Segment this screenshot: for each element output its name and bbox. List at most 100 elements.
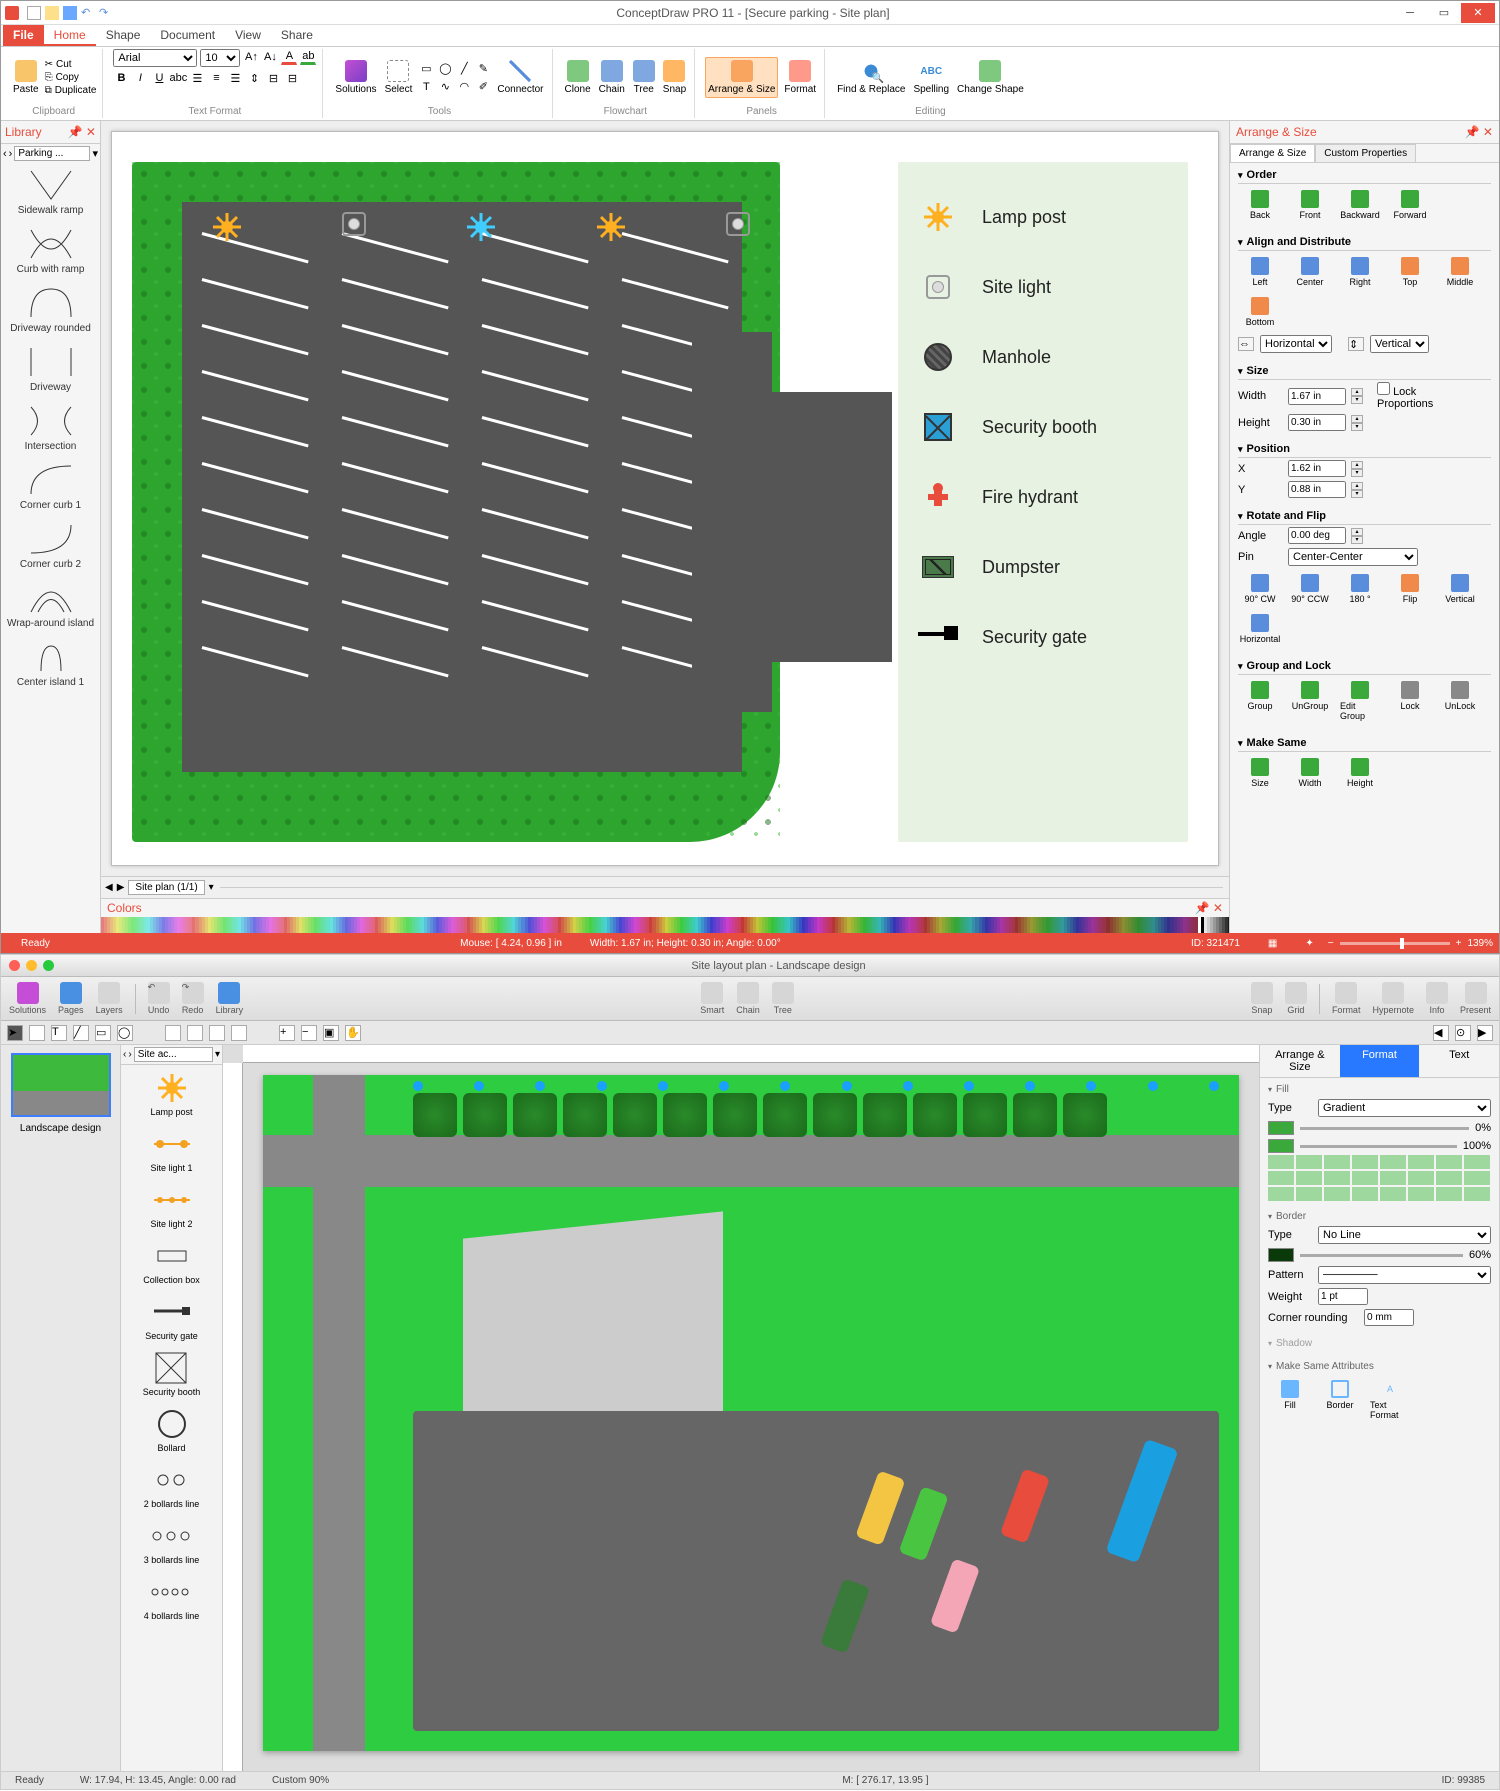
lock-button[interactable]: Lock — [1390, 681, 1430, 721]
angle-input[interactable] — [1288, 527, 1346, 544]
decrease-font-icon[interactable]: A↓ — [262, 49, 278, 65]
gradient-stop-1[interactable] — [1268, 1139, 1294, 1153]
shape-wrap-around-island[interactable]: Wrap-around island — [6, 580, 96, 629]
ungroup-tool-icon[interactable] — [209, 1025, 225, 1041]
color-palette[interactable] — [101, 917, 1229, 933]
duplicate-button[interactable]: ⧉Duplicate — [45, 85, 97, 96]
align-middle-button[interactable]: Middle — [1440, 257, 1480, 287]
shape-driveway[interactable]: Driveway — [6, 344, 96, 393]
fill-section[interactable]: Fill — [1268, 1082, 1491, 1097]
border-color[interactable] — [1268, 1248, 1294, 1262]
redo-button[interactable]: ↷Redo — [182, 982, 204, 1015]
msa-text-button[interactable]: AText Format — [1370, 1380, 1410, 1420]
align-top-button[interactable]: Top — [1390, 257, 1430, 287]
rect-tool-icon[interactable]: ▭ — [418, 61, 434, 77]
section-order[interactable]: Order — [1238, 167, 1491, 184]
order-backward-button[interactable]: Backward — [1340, 190, 1380, 220]
order-front-button[interactable]: Front — [1290, 190, 1330, 220]
present-button[interactable]: Present — [1460, 982, 1491, 1015]
colors-close-icon[interactable]: 📌 ✕ — [1195, 901, 1223, 915]
mstatus-zoom[interactable]: Custom 90% — [264, 1775, 337, 1786]
mac-shape-site-light-2[interactable]: Site light 2 — [150, 1183, 194, 1229]
pages-button[interactable]: Pages — [58, 982, 84, 1015]
tab-file[interactable]: File — [3, 25, 44, 46]
shape-driveway-rounded[interactable]: Driveway rounded — [6, 285, 96, 334]
rot-90cw-button[interactable]: 90° CW — [1240, 574, 1280, 604]
border-section[interactable]: Border — [1268, 1209, 1491, 1224]
arrange-size-button[interactable]: Arrange & Size — [705, 57, 778, 98]
snap-button[interactable]: Snap — [661, 58, 688, 97]
flip-v-button[interactable]: Vertical — [1440, 574, 1480, 604]
layers-button[interactable]: Layers — [96, 982, 123, 1015]
close-button[interactable]: ✕ — [1461, 3, 1495, 23]
align-center-button[interactable]: Center — [1290, 257, 1330, 287]
mac-minimize-button[interactable] — [26, 960, 37, 971]
format-panel-button[interactable]: Format — [782, 58, 818, 97]
flip-h-button[interactable]: Horizontal — [1240, 614, 1280, 644]
library-pin-icon[interactable]: 📌 ✕ — [68, 125, 96, 139]
library-button[interactable]: Library — [216, 982, 244, 1015]
mac-shape-bollard[interactable]: Bollard — [150, 1407, 194, 1453]
same-width-button[interactable]: Width — [1290, 758, 1330, 788]
hand-tool-icon[interactable]: ✋ — [345, 1025, 361, 1041]
ellipse-tool-icon[interactable]: ◯ — [117, 1025, 133, 1041]
mac-shape-site-light-1[interactable]: Site light 1 — [150, 1127, 194, 1173]
mac-zoom-button[interactable] — [43, 960, 54, 971]
group-tool-icon[interactable] — [187, 1025, 203, 1041]
pencil-tool-icon[interactable]: ✎ — [475, 61, 491, 77]
snap-button[interactable]: Snap — [1251, 982, 1273, 1015]
order-back-button[interactable]: Back — [1240, 190, 1280, 220]
copy-button[interactable]: ⎘Copy — [45, 72, 97, 83]
valign-bot-icon[interactable]: ⊟ — [284, 70, 300, 86]
width-down[interactable]: ▾ — [1351, 396, 1363, 404]
zoom-slider[interactable]: −+139% — [1328, 938, 1493, 949]
status-grid-icon[interactable]: ▦ — [1254, 938, 1291, 949]
page-add-icon[interactable]: ▾ — [209, 882, 214, 893]
qat-open-icon[interactable] — [45, 6, 59, 20]
minimize-button[interactable]: ─ — [1393, 3, 1427, 23]
color-swatches[interactable] — [1268, 1155, 1491, 1201]
qat-new-icon[interactable] — [27, 6, 41, 20]
highlight-icon[interactable]: ab — [300, 49, 316, 65]
info-button[interactable]: Info — [1426, 982, 1448, 1015]
page-prev-icon[interactable]: ◀ — [105, 882, 113, 893]
grid-button[interactable]: Grid — [1285, 982, 1307, 1015]
increase-font-icon[interactable]: A↑ — [243, 49, 259, 65]
lib-prev-icon[interactable]: ‹ — [3, 148, 7, 160]
shapes-menu-icon[interactable]: ▾ — [215, 1049, 220, 1060]
dist-v-icon[interactable]: ⇕ — [1348, 337, 1364, 351]
curve-tool-icon[interactable]: ∿ — [437, 79, 453, 95]
undo-button[interactable]: ↶Undo — [148, 982, 170, 1015]
mac-shape-collection-box[interactable]: Collection box — [143, 1239, 200, 1285]
library-category-select[interactable]: Parking ... — [14, 146, 90, 161]
order-forward-button[interactable]: Forward — [1390, 190, 1430, 220]
same-height-button[interactable]: Height — [1340, 758, 1380, 788]
italic-icon[interactable]: I — [132, 70, 148, 86]
solutions-button[interactable]: Solutions — [9, 982, 46, 1015]
shapes-next-icon[interactable]: › — [128, 1049, 131, 1060]
shape-corner-curb-1[interactable]: Corner curb 1 — [6, 462, 96, 511]
make-same-section[interactable]: Make Same Attributes — [1268, 1359, 1491, 1374]
brush-tool-icon[interactable]: ✐ — [475, 79, 491, 95]
align-right-icon[interactable]: ☰ — [227, 70, 243, 86]
pan-left-icon[interactable]: ◀ — [1433, 1025, 1449, 1041]
shape-corner-curb-2[interactable]: Corner curb 2 — [6, 521, 96, 570]
format-button[interactable]: Format — [1332, 982, 1361, 1015]
status-snap-icon[interactable]: ✦ — [1291, 938, 1327, 949]
cut-button[interactable]: ✂Cut — [45, 59, 97, 70]
text-tool-icon[interactable]: T — [51, 1025, 67, 1041]
mac-shape-3-bollards-line[interactable]: 3 bollards line — [144, 1519, 200, 1565]
underline-icon[interactable]: U — [151, 70, 167, 86]
library-menu-icon[interactable]: ▾ — [92, 147, 98, 160]
maximize-button[interactable]: ▭ — [1427, 3, 1461, 23]
border-pattern-select[interactable]: ─────── — [1318, 1266, 1491, 1284]
panel-close-icon[interactable]: 📌 ✕ — [1465, 125, 1493, 139]
tab-shape[interactable]: Shape — [96, 25, 151, 46]
group-button[interactable]: Group — [1240, 681, 1280, 721]
text-tool-icon[interactable]: T — [418, 79, 434, 95]
select-button[interactable]: Select — [383, 58, 415, 97]
height-input[interactable] — [1288, 414, 1346, 431]
fmt-tab-format[interactable]: Format — [1340, 1045, 1420, 1077]
fmt-tab-text[interactable]: Text — [1419, 1045, 1499, 1077]
shape-intersection[interactable]: Intersection — [6, 403, 96, 452]
